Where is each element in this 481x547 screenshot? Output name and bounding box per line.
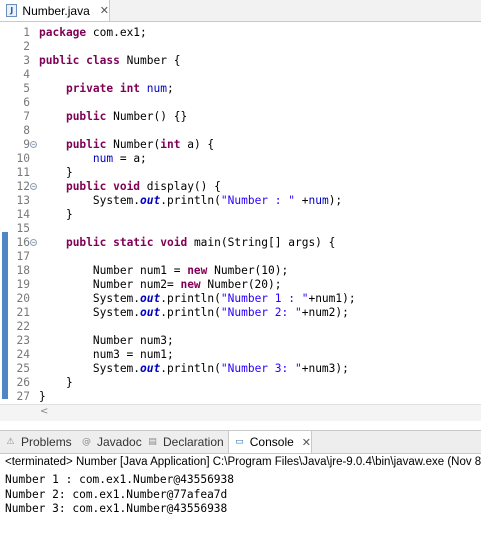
- problems-icon: ⚠: [6, 437, 15, 447]
- code-text: System.out.println("Number 1 : "+num1);: [39, 292, 356, 305]
- line-number: 7: [23, 110, 30, 123]
- scroll-left-icon[interactable]: <: [40, 406, 48, 417]
- line-number: 23: [16, 334, 30, 347]
- line-number: 12: [16, 180, 30, 193]
- line-number: 16: [16, 236, 30, 249]
- line-number: 10: [16, 152, 30, 165]
- editor-tab-number-java[interactable]: J Number.java ✕: [0, 0, 110, 21]
- line-number: 22: [16, 320, 30, 333]
- views-tab-bar: ⚠ Problems @ Javadoc ▤ Declaration ▭ Console ✕: [0, 430, 481, 454]
- line-number: 14: [16, 208, 30, 221]
- code-text: }: [39, 208, 73, 221]
- line-number: 20: [16, 292, 30, 305]
- editor-tab-title: Number.java: [22, 3, 90, 18]
- code-text: public static void main(String[] args) {: [65, 236, 336, 249]
- line-number: 27: [16, 390, 30, 403]
- tab-problems[interactable]: ⚠ Problems: [4, 431, 72, 453]
- java-file-icon: J: [6, 4, 18, 17]
- code-text: Number num1 = new Number(10);: [39, 264, 289, 277]
- line-number: 26: [16, 376, 30, 389]
- code-text: num = a;: [92, 152, 147, 165]
- console-line: Number 2: com.ex1.Number@77afea7d: [5, 487, 228, 501]
- tab-label: Declaration: [163, 435, 224, 449]
- line-number: 8: [23, 124, 30, 137]
- line-number: 6: [23, 96, 30, 109]
- line-number: 2: [23, 40, 30, 53]
- code-text: public class Number {: [39, 54, 181, 67]
- line-number: 3: [23, 54, 30, 67]
- editor-tab-bar: J Number.java ✕: [0, 0, 481, 22]
- line-number: 5: [23, 82, 30, 95]
- code-text: System.out.println("Number : " +num);: [39, 194, 343, 207]
- tab-javadoc[interactable]: @ Javadoc: [80, 431, 142, 453]
- code-text: Number num2= new Number(20);: [39, 278, 282, 291]
- close-icon[interactable]: ✕: [100, 4, 109, 17]
- tab-label: Problems: [21, 435, 72, 449]
- fold-toggle-icon[interactable]: −: [30, 141, 37, 148]
- line-number: 4: [23, 68, 30, 81]
- code-text: public void display() {: [65, 180, 221, 193]
- tab-label: Console: [249, 435, 294, 449]
- line-number: 17: [16, 250, 30, 263]
- line-number: 21: [16, 306, 30, 319]
- code-text: num3 = num1;: [39, 348, 174, 361]
- code-text: }: [39, 166, 73, 179]
- change-marker: [2, 232, 8, 399]
- fold-toggle-icon[interactable]: −: [30, 183, 37, 190]
- console-icon: ▭: [235, 437, 244, 447]
- line-number: 24: [16, 348, 30, 361]
- console-status: <terminated> Number [Java Application] C…: [5, 456, 481, 468]
- fold-toggle-icon[interactable]: −: [30, 239, 37, 246]
- line-number: 18: [16, 264, 30, 277]
- console-line: Number 1 : com.ex1.Number@43556938: [5, 473, 235, 486]
- line-number: 9: [23, 138, 30, 151]
- tab-console[interactable]: ▭ Console ✕: [228, 431, 312, 453]
- javadoc-icon: @: [82, 437, 91, 447]
- code-text: public Number() {}: [65, 110, 188, 123]
- tab-declaration[interactable]: ▤ Declaration: [146, 431, 224, 453]
- line-number: 1: [23, 26, 30, 39]
- line-number: 25: [16, 362, 30, 375]
- console-line: Number 3: com.ex1.Number@43556938: [5, 502, 228, 515]
- horizontal-scrollbar[interactable]: <: [0, 404, 481, 421]
- line-number: 13: [16, 194, 30, 207]
- code-text: package com.ex1;: [39, 26, 147, 39]
- code-text: Number num3;: [39, 334, 174, 347]
- declaration-icon: ▤: [148, 437, 157, 447]
- line-number: 19: [16, 278, 30, 291]
- console-output[interactable]: Number 1 : com.ex1.Number@43556938 Number…: [5, 473, 234, 517]
- tab-label: Javadoc: [97, 435, 142, 449]
- code-editor[interactable]: 1 package com.ex1; 2 3 public class Number {…: [0, 22, 481, 406]
- code-text: System.out.println("Number 3: "+num3);: [39, 362, 349, 375]
- code-text: System.out.println("Number 2: "+num2);: [39, 306, 349, 319]
- line-number: 11: [16, 166, 30, 179]
- code-text: }: [39, 376, 73, 389]
- code-text: private int num;: [65, 82, 174, 95]
- line-number: 15: [16, 222, 30, 235]
- code-text: }: [39, 390, 46, 403]
- close-icon[interactable]: ✕: [302, 436, 311, 449]
- code-text: public Number(int a) {: [65, 138, 215, 151]
